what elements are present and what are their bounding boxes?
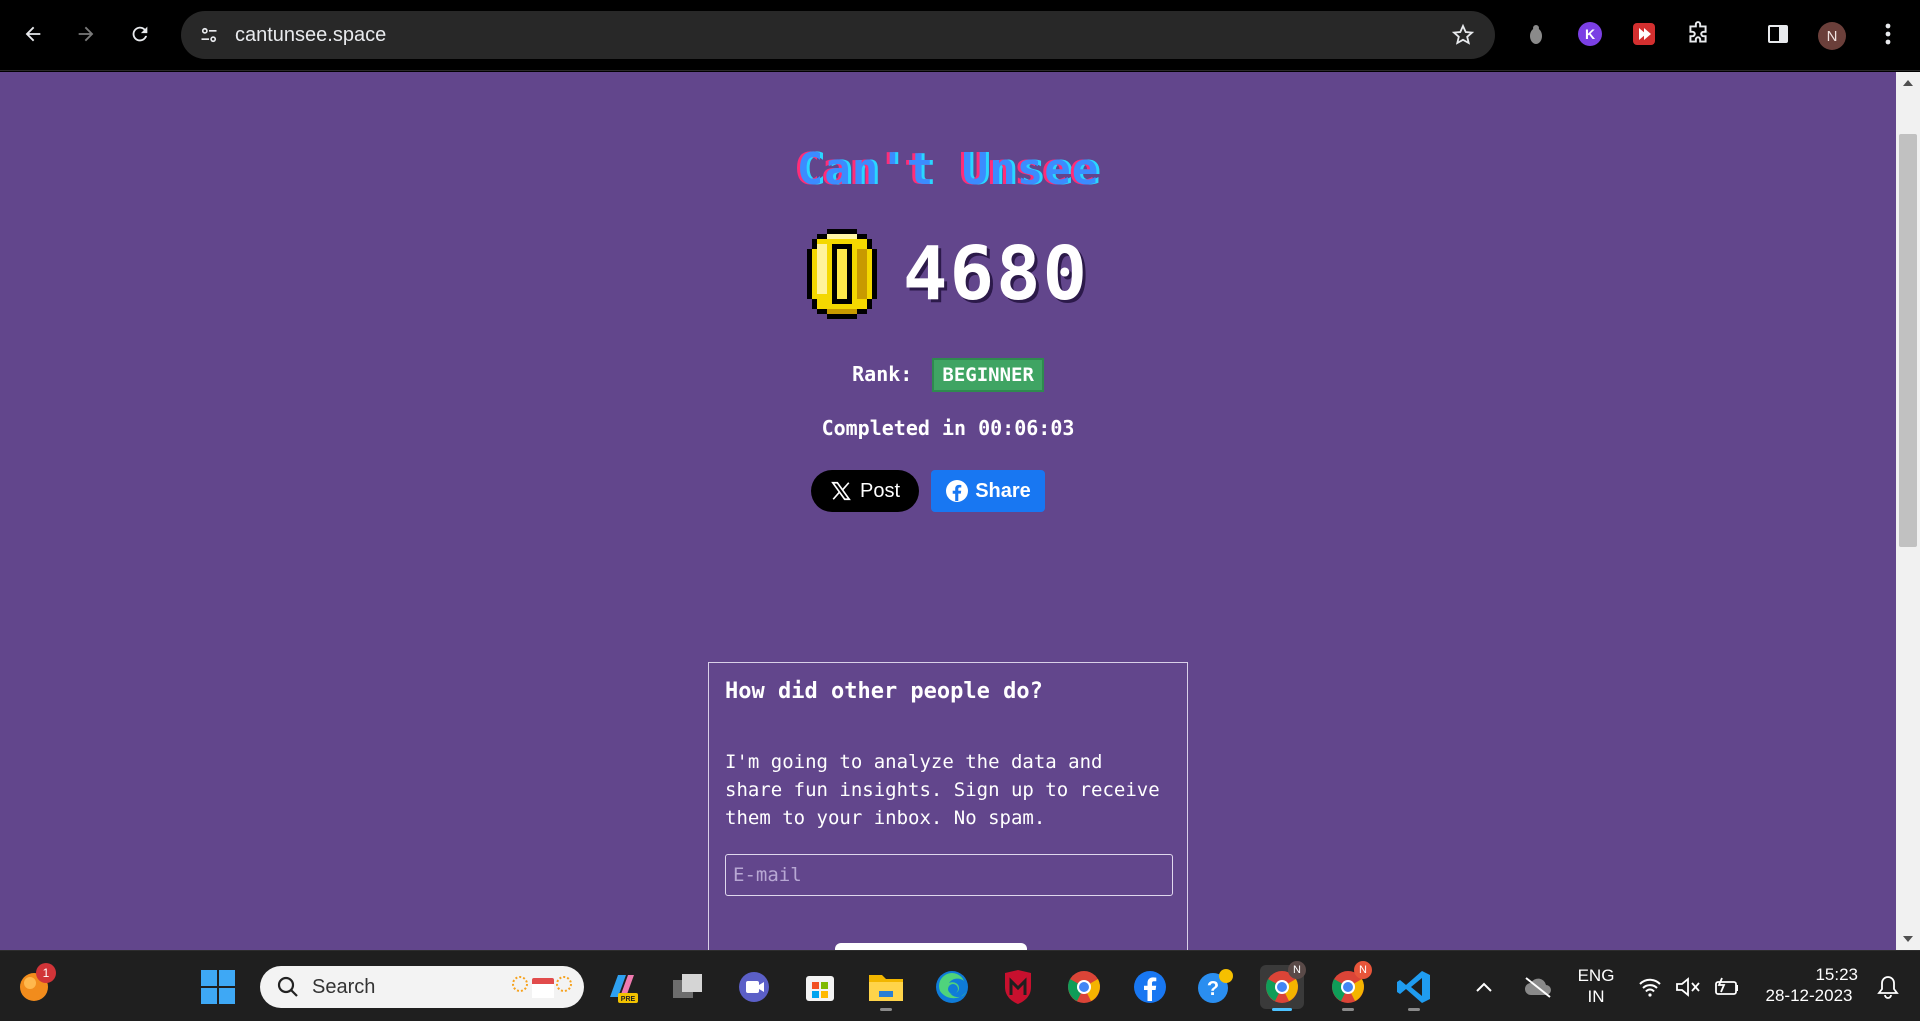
running-indicator xyxy=(1342,1008,1354,1011)
page-viewport: Can't Unsee 4680 Rank: BEGINNER Complete… xyxy=(0,72,1896,950)
bookmark-star-icon[interactable] xyxy=(1451,23,1475,47)
email-input[interactable] xyxy=(725,854,1173,896)
show-hidden-icons-chevron-up-icon[interactable] xyxy=(1468,965,1500,1009)
extension-video-icon[interactable] xyxy=(1630,20,1658,48)
extension-bug-icon[interactable] xyxy=(1522,20,1550,48)
scroll-up-arrow[interactable] xyxy=(1903,80,1913,86)
active-indicator xyxy=(1272,1008,1292,1011)
notifications-bell-icon[interactable] xyxy=(1868,965,1908,1009)
svg-text:PRE: PRE xyxy=(621,996,636,1003)
site-info-icon[interactable] xyxy=(197,23,221,47)
chrome-profile-icon[interactable]: N xyxy=(1326,961,1372,1011)
vscode-icon[interactable] xyxy=(1392,965,1436,1011)
weather-widget-icon[interactable]: 1 xyxy=(12,963,56,1009)
score-row: 4680 xyxy=(0,224,1896,324)
chrome-icon[interactable] xyxy=(1062,965,1106,1009)
url-text[interactable]: cantunsee.space xyxy=(235,23,386,47)
newsletter-card: How did other people do? I'm going to an… xyxy=(708,662,1188,950)
x-logo-icon xyxy=(831,481,851,501)
copilot-pre-icon[interactable]: PRE xyxy=(600,965,644,1009)
running-indicator xyxy=(880,1008,892,1011)
file-explorer-icon[interactable] xyxy=(864,965,908,1011)
reload-button[interactable] xyxy=(122,16,158,52)
card-text: I'm going to analyze the data and share … xyxy=(725,751,1160,829)
extension-k-icon[interactable]: K xyxy=(1576,20,1604,48)
language-indicator[interactable]: ENG IN xyxy=(1572,965,1620,1007)
get-help-icon[interactable]: ? xyxy=(1194,965,1238,1009)
windows-taskbar: 1 Search PRE ? N N ENG IN 15:23 28-12-20… xyxy=(0,950,1920,1021)
language-code: ENG xyxy=(1577,966,1615,985)
volume-muted-icon[interactable] xyxy=(1668,965,1708,1009)
post-label: Post xyxy=(859,479,901,502)
rank-badge: BEGINNER xyxy=(932,358,1044,392)
side-panel-icon[interactable] xyxy=(1764,20,1792,48)
card-title: How did other people do? xyxy=(725,679,1043,704)
svg-text:?: ? xyxy=(1207,978,1219,1000)
completion-time: Completed in 00:06:03 xyxy=(821,416,1075,440)
facebook-app-icon[interactable] xyxy=(1128,965,1172,1009)
back-button[interactable] xyxy=(15,16,51,52)
reload-icon xyxy=(132,26,148,42)
battery-charging-icon[interactable] xyxy=(1706,965,1746,1009)
rank-label: Rank: xyxy=(852,362,913,386)
signup-button[interactable] xyxy=(835,943,1027,950)
facebook-logo-icon xyxy=(946,480,969,502)
teams-meet-icon[interactable] xyxy=(732,965,776,1009)
post-on-x-button[interactable]: Post xyxy=(811,470,919,512)
scrollbar-thumb[interactable] xyxy=(1899,134,1917,547)
rank-row: Rank: BEGINNER xyxy=(0,358,1896,392)
region-code: IN xyxy=(1587,987,1605,1006)
wifi-icon[interactable] xyxy=(1630,965,1670,1009)
search-label: Search xyxy=(312,976,376,998)
browser-toolbar: cantunsee.space K N xyxy=(0,0,1920,71)
calendar-celebration-icon xyxy=(512,976,572,998)
svg-text:K: K xyxy=(1585,26,1595,42)
mcafee-shield-icon[interactable] xyxy=(996,965,1040,1009)
score-value: 4680 xyxy=(902,231,1090,317)
task-view-icon[interactable] xyxy=(666,965,710,1009)
microsoft-store-icon[interactable] xyxy=(798,965,842,1009)
share-on-facebook-button[interactable]: Share xyxy=(931,470,1045,512)
clock-time: 15:23 xyxy=(1815,965,1858,984)
search-icon xyxy=(277,976,298,997)
clock[interactable]: 15:23 28-12-2023 xyxy=(1756,964,1862,1006)
page-scrollbar[interactable] xyxy=(1896,72,1920,950)
forward-button[interactable] xyxy=(68,16,104,52)
running-indicator xyxy=(1408,1008,1420,1011)
share-buttons: Post Share xyxy=(0,470,1896,512)
onedrive-offline-icon[interactable] xyxy=(1518,965,1558,1009)
arrow-right-icon xyxy=(78,26,94,42)
profile-avatar[interactable]: N xyxy=(1818,22,1846,50)
edge-browser-icon[interactable] xyxy=(930,965,974,1009)
chrome-profile-badge: N xyxy=(1354,961,1372,979)
extensions-puzzle-icon[interactable] xyxy=(1684,20,1712,48)
coin-icon xyxy=(806,229,877,319)
page-title: Can't Unsee xyxy=(796,144,1100,195)
arrow-left-icon xyxy=(25,26,41,42)
scroll-down-arrow[interactable] xyxy=(1903,936,1913,942)
taskbar-search[interactable]: Search xyxy=(260,966,584,1008)
share-label: Share xyxy=(975,479,1031,502)
notification-badge: 1 xyxy=(36,963,56,983)
chrome-profile-icon-active[interactable]: N xyxy=(1260,961,1306,1011)
more-menu-icon[interactable] xyxy=(1874,20,1902,48)
clock-date: 28-12-2023 xyxy=(1765,986,1853,1005)
start-windows-icon[interactable] xyxy=(196,965,240,1009)
chrome-profile-badge: N xyxy=(1288,961,1306,979)
address-bar[interactable]: cantunsee.space xyxy=(181,11,1495,59)
